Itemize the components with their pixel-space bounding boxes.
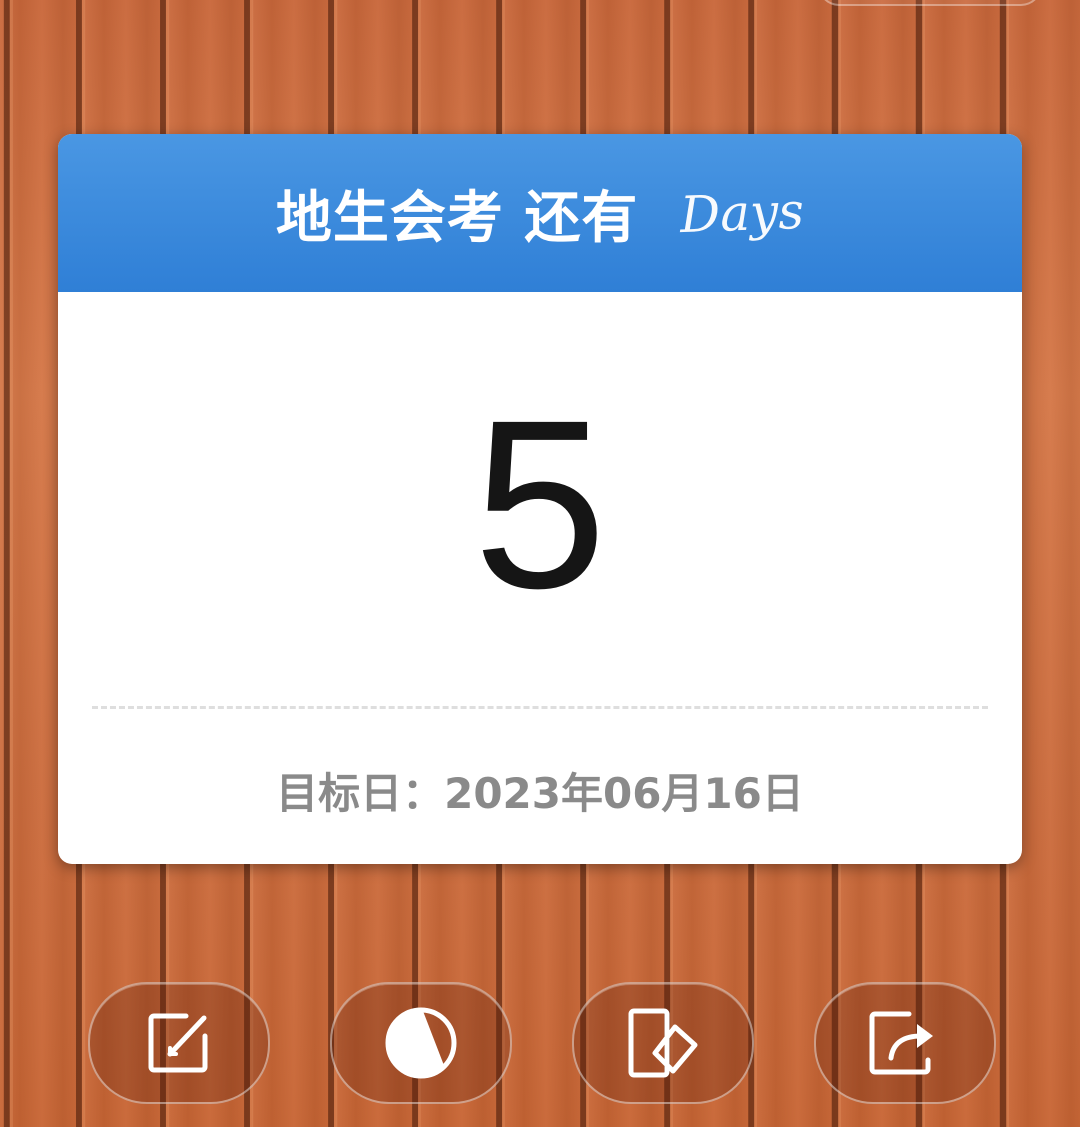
share-icon [867, 1008, 943, 1078]
dashed-divider [92, 706, 988, 709]
target-date: 目标日：2023年06月16日 [276, 769, 804, 818]
edit-icon [146, 1010, 212, 1076]
partial-top-button[interactable] [818, 0, 1042, 6]
countdown-card: 地生会考 还有 Days 5 目标日：2023年06月16日 [58, 134, 1022, 864]
days-label: Days [679, 181, 806, 245]
edit-button[interactable] [88, 982, 270, 1104]
contrast-icon [381, 1003, 461, 1083]
cards-icon [625, 1005, 701, 1081]
days-remaining-count: 5 [473, 370, 607, 638]
card-style-button[interactable] [572, 982, 754, 1104]
event-title: 地生会考 还有 [275, 185, 639, 251]
share-button[interactable] [814, 982, 996, 1104]
card-header: 地生会考 还有 Days [58, 134, 1022, 292]
theme-button[interactable] [330, 982, 512, 1104]
